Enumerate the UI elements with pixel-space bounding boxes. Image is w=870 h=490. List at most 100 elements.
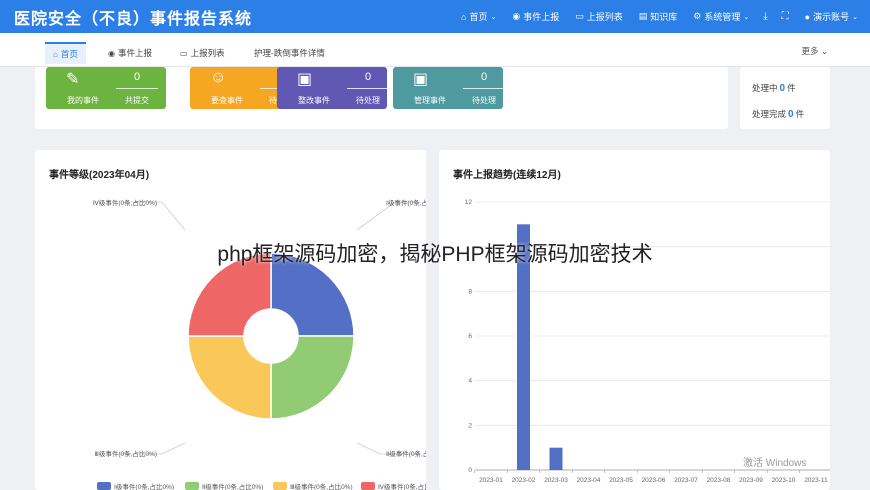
card-value: 0 — [133, 71, 141, 83]
x-tick-label: 2023-01 — [479, 477, 503, 484]
pie-slice[interactable] — [270, 252, 355, 337]
nav-home-label: 首页 — [469, 12, 488, 22]
home-icon: ⌂ — [461, 11, 467, 22]
stat-label: 处理完成 — [752, 109, 787, 119]
pie-slice[interactable] — [187, 252, 272, 337]
bar[interactable] — [517, 224, 530, 470]
tab-event-report-label: 事件上报 — [117, 48, 152, 58]
download-icon[interactable]: ⤓ — [763, 11, 767, 22]
card-divider — [347, 88, 389, 89]
x-tick-label: 2023-11 — [804, 477, 828, 484]
y-tick-label: 4 — [468, 378, 472, 385]
x-tick-label: 2023-07 — [674, 477, 698, 484]
x-tick-label: 2023-03 — [544, 477, 568, 484]
monitor-icon: ▭ — [180, 48, 188, 58]
chevron-down-icon: ⌄ — [743, 13, 750, 21]
edit-icon: ✎ — [66, 71, 80, 88]
pie-callout-label: Ⅱ级事件(0条,占比0%) — [386, 449, 426, 458]
legend-label[interactable]: Ⅰ级事件(0条,占比0%) — [114, 482, 174, 490]
y-tick-label: 12 — [465, 199, 473, 206]
legend-label[interactable]: Ⅳ级事件(0条,占比0%) — [378, 482, 426, 490]
user-icon: ● — [804, 11, 811, 22]
nav-report-list-label: 上报列表 — [586, 12, 623, 22]
card-right-label: 共提交 — [125, 96, 149, 105]
legend-swatch[interactable] — [97, 482, 111, 490]
nav-event-report[interactable]: ◉ 事件上报 — [512, 10, 559, 23]
x-tick-label: 2023-08 — [707, 477, 731, 484]
nav-system-management[interactable]: ⚙ 系统管理 ⌄ — [693, 10, 749, 23]
more-label: 更多 — [801, 46, 819, 56]
legend-label[interactable]: Ⅲ级事件(0条,占比0%) — [290, 482, 353, 490]
user-label: 演示账号 — [813, 12, 850, 22]
stat-in-progress: 处理中 0 件 — [752, 82, 796, 94]
tab-bar: ⌂ 首页 ◉ 事件上报 ▭ 上报列表 护理-跌倒事件详情 更多 ⌄ — [0, 33, 870, 67]
clipboard-icon: ▣ — [297, 71, 313, 88]
stat-unit: 件 — [787, 83, 796, 93]
book-icon: ▤ — [638, 11, 648, 21]
x-tick-label: 2023-10 — [772, 477, 796, 484]
windows-activation-watermark: 激活 Windows — [743, 456, 806, 469]
more-tabs-button[interactable]: 更多 ⌄ — [802, 45, 829, 57]
card-divider — [463, 88, 505, 89]
card-left-label: 我的事件 — [67, 96, 99, 105]
card-manage-events[interactable]: ▣ 管理事件 0 待处理 — [393, 67, 505, 109]
x-tick-label: 2023-05 — [609, 477, 633, 484]
x-tick-label: 2023-09 — [739, 477, 763, 484]
nav-system-management-label: 系统管理 — [704, 12, 741, 22]
tab-home[interactable]: ⌂ 首页 — [45, 42, 86, 64]
report-trend-panel: 事件上报趋势(连续12月) 0 2 4 6 8 12 2023-01 2023-02 2023-… — [439, 150, 830, 490]
pie-callout-label: Ⅲ级事件(0条,占比0%) — [94, 449, 157, 458]
stat-completed: 处理完成 0 件 — [752, 108, 804, 120]
nav-home[interactable]: ⌂ 首页 ⌄ — [461, 10, 496, 23]
tab-fall-event-detail-label: 护理-跌倒事件详情 — [254, 48, 325, 58]
fullscreen-icon[interactable]: ⛶ — [782, 11, 789, 22]
legend-swatch[interactable] — [361, 482, 375, 490]
tab-home-label: 首页 — [60, 49, 78, 59]
card-my-events[interactable]: ✎ 我的事件 0 共提交 — [46, 67, 166, 109]
nav-knowledge-base-label: 知识库 — [650, 12, 678, 22]
card-rectify-events[interactable]: ▣ 整改事件 0 待处理 — [277, 67, 389, 109]
stat-unit: 件 — [795, 109, 805, 119]
user-menu[interactable]: ● 演示账号 ⌄ — [805, 10, 858, 23]
legend-swatch[interactable] — [273, 482, 287, 490]
pie-slice[interactable] — [270, 335, 355, 420]
bar[interactable] — [549, 447, 563, 470]
y-tick-label: 2 — [468, 422, 472, 429]
chevron-down-icon: ⌄ — [490, 13, 497, 21]
tab-fall-event-detail[interactable]: 护理-跌倒事件详情 — [246, 42, 333, 64]
nav-knowledge-base[interactable]: ▤ 知识库 — [639, 10, 678, 23]
nav-event-report-label: 事件上报 — [523, 12, 560, 22]
main-nav: ⌂ 首页 ⌄ ◉ 事件上报 ▭ 上报列表 ▤ 知识库 ⚙ 系统管理 ⌄ ⤓ ⛶ … — [445, 0, 858, 33]
y-tick-label: 8 — [468, 288, 472, 295]
location-icon: ◉ — [108, 48, 115, 58]
card-value: 0 — [364, 71, 372, 83]
chevron-down-icon: ⌄ — [852, 13, 858, 21]
pie-slice[interactable] — [187, 335, 272, 420]
stat-value: 0 — [779, 83, 786, 94]
users-icon: ☺ — [210, 69, 227, 86]
legend-swatch[interactable] — [185, 482, 199, 490]
app-title: 医院安全（不良）事件报告系统 — [14, 10, 253, 28]
chevron-down-icon: ⌄ — [818, 46, 828, 56]
tab-report-list-label: 上报列表 — [190, 48, 225, 58]
tab-event-report[interactable]: ◉ 事件上报 — [100, 42, 160, 64]
top-navbar: 医院安全（不良）事件报告系统 ⌂ 首页 ⌄ ◉ 事件上报 ▭ 上报列表 ▤ 知识… — [0, 0, 870, 33]
card-divider — [116, 88, 158, 89]
x-tick-label: 2023-06 — [642, 477, 666, 484]
event-level-panel: 事件等级(2023年04月) Ⅰ级事件(0条,占比0%)Ⅱ级事件(0条,占比0%… — [35, 150, 426, 490]
y-tick-label: 6 — [468, 333, 472, 340]
x-tick-label: 2023-02 — [512, 477, 536, 484]
card-left-label: 管理事件 — [414, 96, 446, 105]
location-icon: ◉ — [512, 11, 521, 21]
card-left-label: 要查事件 — [211, 96, 243, 105]
gear-icon: ⚙ — [693, 11, 702, 21]
y-tick-label: 0 — [468, 467, 472, 474]
clipboard-check-icon: ▣ — [413, 71, 429, 88]
tab-report-list[interactable]: ▭ 上报列表 — [172, 42, 233, 64]
nav-report-list[interactable]: ▭ 上报列表 — [575, 10, 623, 23]
legend-label[interactable]: Ⅱ级事件(0条,占比0%) — [202, 482, 263, 490]
status-side-panel: 处理中 0 件 处理完成 0 件 — [740, 67, 830, 129]
monitor-icon: ▭ — [575, 11, 584, 21]
card-value: 0 — [480, 71, 488, 83]
summary-panel: ✎ 我的事件 0 共提交 ☺ 要查事件 0 待处理 ▣ 整改事件 0 待处理 ▣… — [35, 67, 728, 129]
